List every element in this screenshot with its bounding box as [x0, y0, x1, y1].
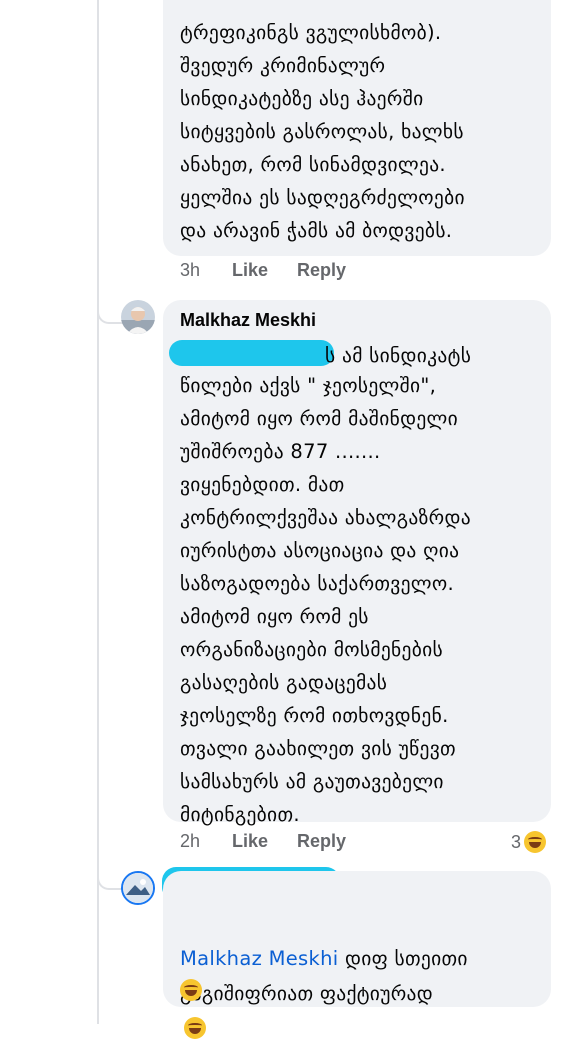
- avatar-photo-icon: [121, 300, 155, 334]
- redaction-mark: [169, 340, 334, 366]
- reply-button[interactable]: Reply: [297, 260, 346, 281]
- comment-author[interactable]: Malkhaz Meskhi: [180, 310, 316, 331]
- comment-bubble: Malkhaz Meskhi ს ამ სინდიკატს წილები აქვ…: [163, 300, 551, 826]
- comment-bubble: ტრეფიკინგს ვგულისხმობ). შვედურ კრიმინალუ…: [163, 0, 551, 256]
- comment-timestamp[interactable]: 3h: [180, 260, 230, 281]
- like-button[interactable]: Like: [232, 260, 297, 281]
- laughing-emoji-icon: [184, 1016, 206, 1039]
- reaction-summary[interactable]: 3: [511, 831, 547, 853]
- like-button[interactable]: Like: [232, 831, 297, 852]
- comment-text: წილები აქვს " ჯეოსელში", ამიტომ იყო რომ …: [180, 374, 471, 826]
- laughing-emoji-icon: [524, 831, 547, 853]
- laughing-emoji-icon: [180, 979, 202, 1001]
- reaction-count: 3: [511, 831, 522, 852]
- avatar[interactable]: [121, 871, 155, 905]
- comment-bubble: Malkhaz Meskhi დიფ სთეითი გაგიშიფრიათ ფა…: [163, 871, 551, 1039]
- comment-text: ტრეფიკინგს ვგულისხმობ). შვედურ კრიმინალუ…: [180, 21, 465, 242]
- comment-actions: 2h Like Reply: [180, 831, 346, 852]
- avatar-photo-icon: [123, 873, 153, 903]
- comment-actions: 3h Like Reply: [180, 260, 346, 281]
- reply-button[interactable]: Reply: [297, 831, 346, 852]
- comment-timestamp[interactable]: 2h: [180, 831, 230, 852]
- comment-text-first-line: ს ამ სინდიკატს: [325, 344, 472, 367]
- avatar[interactable]: [121, 300, 155, 334]
- reply-text-line: გაგიშიფრიათ ფაქტიურად: [180, 944, 433, 1043]
- emoji-line: [180, 979, 202, 1001]
- reply-text: გაგიშიფრიათ ფაქტიურად: [180, 982, 433, 1005]
